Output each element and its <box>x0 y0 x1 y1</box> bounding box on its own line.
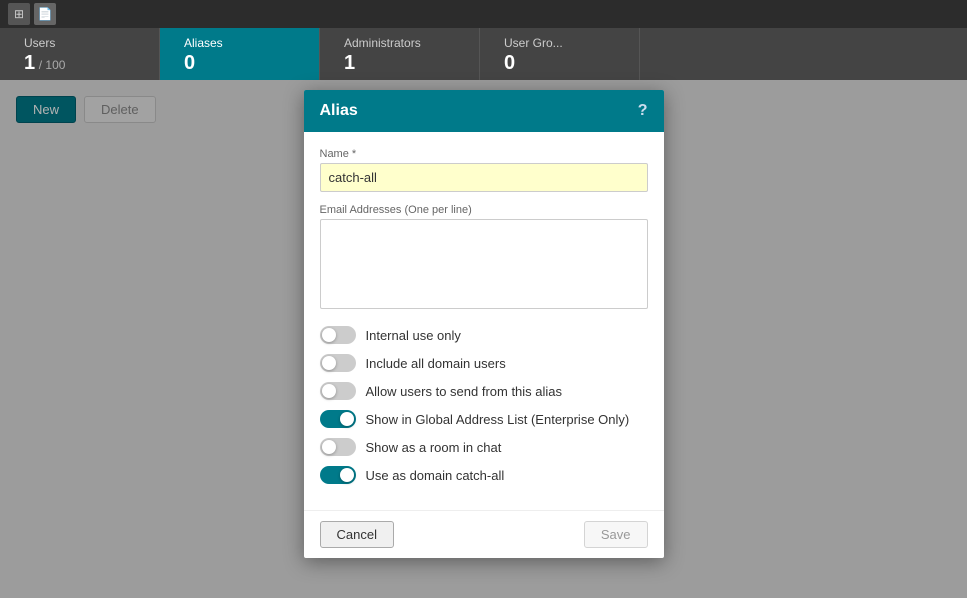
tab-users-label: Users <box>24 36 135 50</box>
stats-bar: Users 1 / 100 Aliases 0 Administrators 1… <box>0 28 967 80</box>
modal-header: Alias ? <box>304 90 664 132</box>
toggle-show-global-switch[interactable] <box>320 410 356 428</box>
email-textarea[interactable] <box>320 219 648 309</box>
toggle-allow-send-switch[interactable] <box>320 382 356 400</box>
top-bar: ⊞ 📄 <box>0 0 967 28</box>
tab-usergroups[interactable]: User Gro... 0 <box>480 28 640 80</box>
toggle-internal-use-label: Internal use only <box>366 328 461 343</box>
doc-icon[interactable]: 📄 <box>34 3 56 25</box>
toggle-include-all-domain-switch[interactable] <box>320 354 356 372</box>
grid-icon[interactable]: ⊞ <box>8 3 30 25</box>
toggle-allow-send: Allow users to send from this alias <box>320 382 648 400</box>
toggle-show-room-switch[interactable] <box>320 438 356 456</box>
tab-users-value: 1 <box>24 52 35 74</box>
tab-users[interactable]: Users 1 / 100 <box>0 28 160 80</box>
toggle-show-room-label: Show as a room in chat <box>366 440 502 455</box>
alias-modal: Alias ? Name * Email Addresses (One per … <box>304 90 664 558</box>
toggle-include-all-domain: Include all domain users <box>320 354 648 372</box>
tab-administrators-label: Administrators <box>344 36 455 50</box>
save-button[interactable]: Save <box>584 521 648 548</box>
toggle-use-catchall-switch[interactable] <box>320 466 356 484</box>
tab-usergroups-value: 0 <box>504 52 515 74</box>
tab-administrators-value: 1 <box>344 52 355 74</box>
modal-footer: Cancel Save <box>304 510 664 558</box>
tab-administrators[interactable]: Administrators 1 <box>320 28 480 80</box>
toggle-show-global-label: Show in Global Address List (Enterprise … <box>366 412 630 427</box>
toggle-show-global: Show in Global Address List (Enterprise … <box>320 410 648 428</box>
name-label: Name * <box>320 148 648 160</box>
tab-aliases-value: 0 <box>184 52 195 74</box>
toggle-allow-send-label: Allow users to send from this alias <box>366 384 563 399</box>
toggle-internal-use: Internal use only <box>320 326 648 344</box>
tab-aliases-label: Aliases <box>184 36 295 50</box>
toggle-include-all-domain-label: Include all domain users <box>366 356 506 371</box>
email-label: Email Addresses (One per line) <box>320 204 648 216</box>
cancel-button[interactable]: Cancel <box>320 521 394 548</box>
tab-aliases[interactable]: Aliases 0 <box>160 28 320 80</box>
toggle-use-catchall-label: Use as domain catch-all <box>366 468 505 483</box>
toggle-use-catchall: Use as domain catch-all <box>320 466 648 484</box>
toggle-internal-use-switch[interactable] <box>320 326 356 344</box>
modal-help-button[interactable]: ? <box>638 102 648 120</box>
name-field-group: Name * <box>320 148 648 192</box>
modal-body: Name * Email Addresses (One per line) In… <box>304 132 664 510</box>
email-field-group: Email Addresses (One per line) <box>320 204 648 314</box>
toggle-show-room: Show as a room in chat <box>320 438 648 456</box>
tab-users-total: / 100 <box>39 58 66 72</box>
modal-overlay: Alias ? Name * Email Addresses (One per … <box>0 80 967 598</box>
name-input[interactable] <box>320 163 648 192</box>
tab-usergroups-label: User Gro... <box>504 36 615 50</box>
modal-title: Alias <box>320 102 358 120</box>
main-content: New Delete Alias ? Name * Email Addresse… <box>0 80 967 598</box>
